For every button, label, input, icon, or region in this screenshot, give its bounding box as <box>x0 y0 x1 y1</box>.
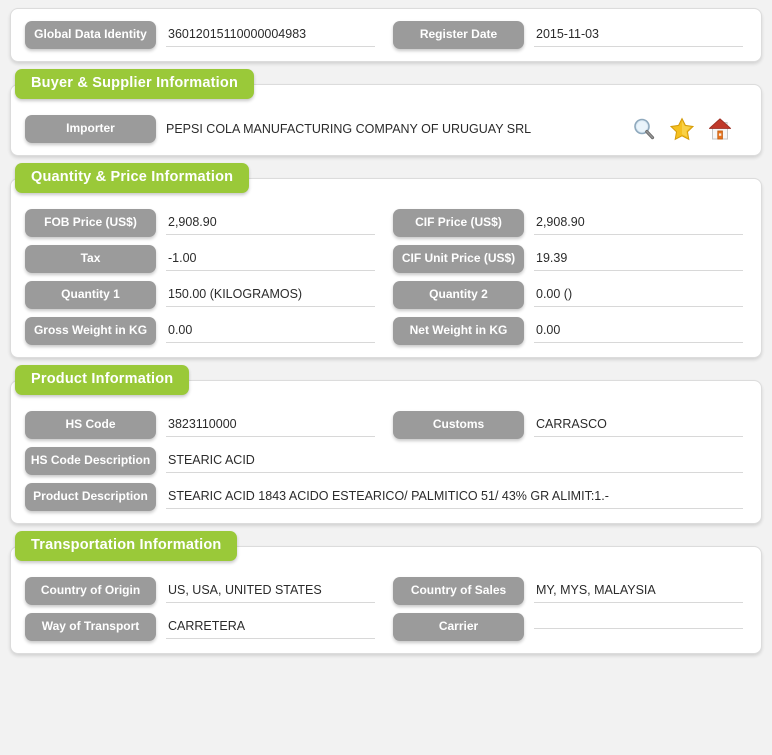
value-global-data-identity: 36012015110000004983 <box>166 21 375 47</box>
quantity-price-card-body: FOB Price (US$) 2,908.90 CIF Price (US$)… <box>11 179 761 357</box>
search-icon[interactable] <box>631 116 657 142</box>
label-carrier: Carrier <box>393 613 524 641</box>
label-customs: Customs <box>393 411 524 439</box>
field-fob-price: FOB Price (US$) 2,908.90 <box>15 209 383 237</box>
section-title-buyer-supplier: Buyer & Supplier Information <box>15 69 255 99</box>
field-hs-code: HS Code 3823110000 <box>15 411 383 439</box>
label-quantity-1: Quantity 1 <box>25 281 156 309</box>
value-country-of-sales: MY, MYS, MALAYSIA <box>534 577 743 603</box>
field-global-data-identity: Global Data Identity 3601201511000000498… <box>15 21 383 49</box>
transportation-information-card: Transportation Information Country of Or… <box>10 531 762 654</box>
value-hs-code: 3823110000 <box>166 411 375 437</box>
value-carrier <box>534 613 743 629</box>
row-weights: Gross Weight in KG 0.00 Net Weight in KG… <box>15 317 751 345</box>
value-country-of-origin: US, USA, UNITED STATES <box>166 577 375 603</box>
label-hs-code: HS Code <box>25 411 156 439</box>
value-hs-code-description: STEARIC ACID <box>166 447 743 473</box>
field-hs-code-description: HS Code Description STEARIC ACID <box>15 447 751 475</box>
home-icon[interactable] <box>707 116 733 142</box>
section-title-quantity-price: Quantity & Price Information <box>15 163 250 193</box>
importer-action-icons <box>631 116 751 142</box>
label-country-of-sales: Country of Sales <box>393 577 524 605</box>
field-quantity-2: Quantity 2 0.00 () <box>383 281 751 309</box>
label-quantity-2: Quantity 2 <box>393 281 524 309</box>
label-cif-price: CIF Price (US$) <box>393 209 524 237</box>
field-register-date: Register Date 2015-11-03 <box>383 21 751 49</box>
label-importer: Importer <box>25 115 156 143</box>
value-fob-price: 2,908.90 <box>166 209 375 235</box>
field-way-of-transport: Way of Transport CARRETERA <box>15 613 383 641</box>
row-hs-code-description: HS Code Description STEARIC ACID <box>15 447 751 475</box>
value-cif-price: 2,908.90 <box>534 209 743 235</box>
product-information-card-body: HS Code 3823110000 Customs CARRASCO HS C… <box>11 381 761 523</box>
field-product-description: Product Description STEARIC ACID 1843 AC… <box>15 483 751 511</box>
label-fob-price: FOB Price (US$) <box>25 209 156 237</box>
identity-card: Global Data Identity 3601201511000000498… <box>10 8 762 62</box>
value-importer: PEPSI COLA MANUFACTURING COMPANY OF URUG… <box>166 122 532 136</box>
value-way-of-transport: CARRETERA <box>166 613 375 639</box>
value-cif-unit-price: 19.39 <box>534 245 743 271</box>
value-register-date: 2015-11-03 <box>534 21 743 47</box>
label-tax: Tax <box>25 245 156 273</box>
field-cif-unit-price: CIF Unit Price (US$) 19.39 <box>383 245 751 273</box>
label-product-description: Product Description <box>25 483 156 511</box>
value-quantity-1: 150.00 (KILOGRAMOS) <box>166 281 375 307</box>
row-quantity: Quantity 1 150.00 (KILOGRAMOS) Quantity … <box>15 281 751 309</box>
label-country-of-origin: Country of Origin <box>25 577 156 605</box>
row-countries: Country of Origin US, USA, UNITED STATES… <box>15 577 751 605</box>
value-gross-weight: 0.00 <box>166 317 375 343</box>
field-cif-price: CIF Price (US$) 2,908.90 <box>383 209 751 237</box>
row-transport-carrier: Way of Transport CARRETERA Carrier <box>15 613 751 641</box>
label-register-date: Register Date <box>393 21 524 49</box>
label-global-data-identity: Global Data Identity <box>25 21 156 49</box>
value-customs: CARRASCO <box>534 411 743 437</box>
label-net-weight: Net Weight in KG <box>393 317 524 345</box>
label-hs-code-description: HS Code Description <box>25 447 156 475</box>
row-fob-cif-price: FOB Price (US$) 2,908.90 CIF Price (US$)… <box>15 209 751 237</box>
field-gross-weight: Gross Weight in KG 0.00 <box>15 317 383 345</box>
field-customs: Customs CARRASCO <box>383 411 751 439</box>
label-cif-unit-price: CIF Unit Price (US$) <box>393 245 524 273</box>
importer-row: Importer PEPSI COLA MANUFACTURING COMPAN… <box>15 115 751 143</box>
label-way-of-transport: Way of Transport <box>25 613 156 641</box>
row-hs-code-customs: HS Code 3823110000 Customs CARRASCO <box>15 411 751 439</box>
identity-card-body: Global Data Identity 3601201511000000498… <box>11 9 761 61</box>
value-tax: -1.00 <box>166 245 375 271</box>
field-quantity-1: Quantity 1 150.00 (KILOGRAMOS) <box>15 281 383 309</box>
field-net-weight: Net Weight in KG 0.00 <box>383 317 751 345</box>
value-quantity-2: 0.00 () <box>534 281 743 307</box>
trade-record-page: Global Data Identity 3601201511000000498… <box>0 8 772 755</box>
label-gross-weight: Gross Weight in KG <box>25 317 156 345</box>
section-title-product-information: Product Information <box>15 365 190 395</box>
field-tax: Tax -1.00 <box>15 245 383 273</box>
row-product-description: Product Description STEARIC ACID 1843 AC… <box>15 483 751 511</box>
row-tax-cif-unit-price: Tax -1.00 CIF Unit Price (US$) 19.39 <box>15 245 751 273</box>
transportation-information-card-body: Country of Origin US, USA, UNITED STATES… <box>11 547 761 653</box>
field-country-of-origin: Country of Origin US, USA, UNITED STATES <box>15 577 383 605</box>
star-icon[interactable] <box>669 116 695 142</box>
buyer-supplier-card: Buyer & Supplier Information Importer PE… <box>10 69 762 156</box>
value-product-description: STEARIC ACID 1843 ACIDO ESTEARICO/ PALMI… <box>166 483 743 509</box>
field-country-of-sales: Country of Sales MY, MYS, MALAYSIA <box>383 577 751 605</box>
value-net-weight: 0.00 <box>534 317 743 343</box>
section-title-transportation-information: Transportation Information <box>15 531 238 561</box>
identity-row: Global Data Identity 3601201511000000498… <box>15 21 751 49</box>
quantity-price-card: Quantity & Price Information FOB Price (… <box>10 163 762 358</box>
product-information-card: Product Information HS Code 3823110000 C… <box>10 365 762 524</box>
field-carrier: Carrier <box>383 613 751 641</box>
